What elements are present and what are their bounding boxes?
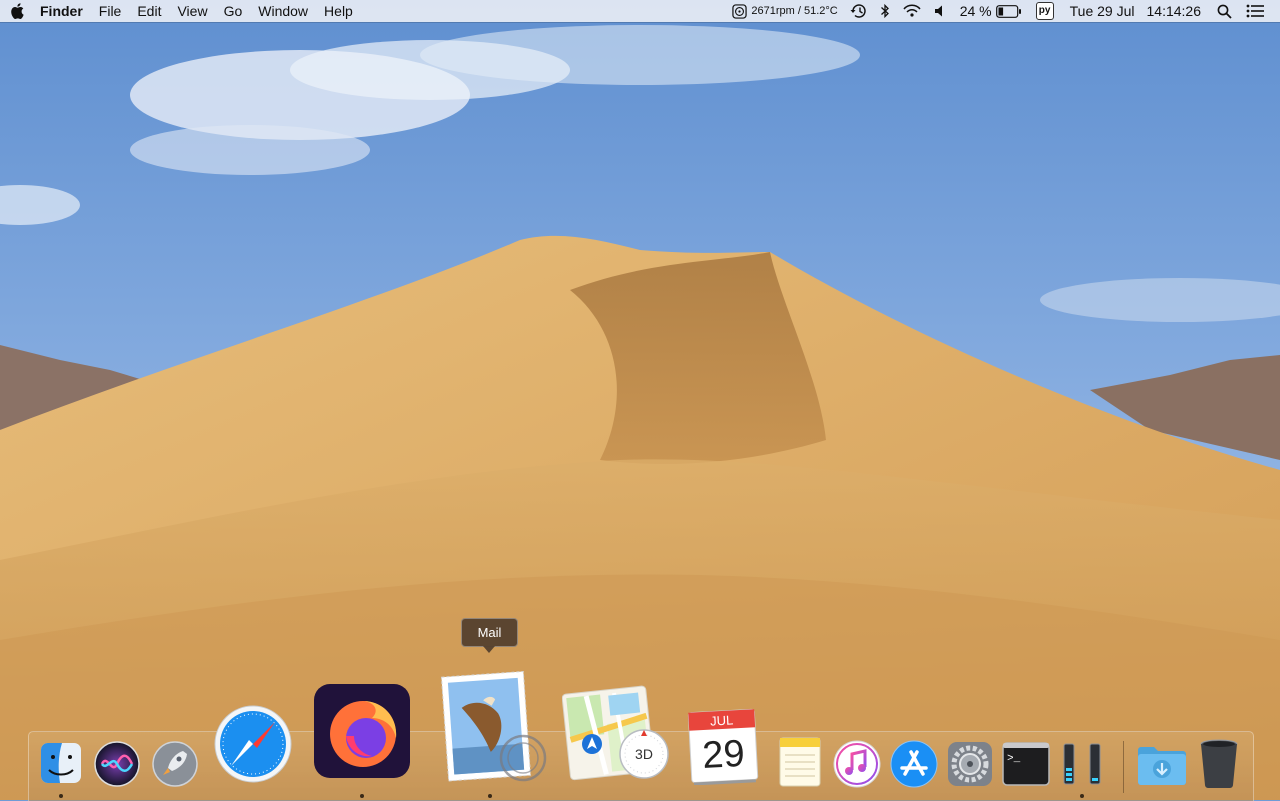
dock-maps-icon[interactable]: 3D: [562, 684, 670, 782]
menu-app-name[interactable]: Finder: [34, 0, 91, 22]
dock-terminal-icon[interactable]: >_: [1002, 742, 1050, 786]
running-indicator: [59, 794, 63, 798]
desktop-wallpaper: [0, 0, 1280, 800]
dock-firefox-icon[interactable]: [314, 684, 410, 778]
dock-siri-icon[interactable]: [94, 741, 140, 787]
wifi-icon[interactable]: [896, 0, 928, 22]
menu-edit[interactable]: Edit: [129, 0, 169, 22]
dock-downloads-folder-icon[interactable]: [1136, 744, 1188, 786]
menu-bar: Finder File Edit View Go Window Help 267…: [0, 0, 1280, 22]
bluetooth-icon[interactable]: [874, 0, 896, 22]
menu-go[interactable]: Go: [216, 0, 251, 22]
battery-icon[interactable]: [994, 0, 1028, 22]
running-indicator: [488, 794, 492, 798]
dock-calendar-icon[interactable]: JUL 29: [684, 705, 762, 785]
time-machine-icon[interactable]: [844, 0, 874, 22]
dock-launchpad-icon[interactable]: [150, 741, 200, 787]
fan-temp-readout[interactable]: 2671rpm / 51.2°C: [749, 0, 843, 22]
dock-finder-icon[interactable]: [40, 742, 82, 784]
calendar-day-label: 29: [701, 733, 745, 777]
dock-system-preferences-icon[interactable]: [946, 740, 994, 788]
menu-date[interactable]: Tue 29 Jul: [1062, 0, 1141, 22]
dock-notes-icon[interactable]: [777, 736, 823, 788]
notification-center-icon[interactable]: [1238, 0, 1270, 22]
maps-3d-label: 3D: [635, 746, 653, 762]
calendar-month-label: JUL: [710, 712, 734, 728]
volume-icon[interactable]: [928, 0, 954, 22]
fan-icon[interactable]: [726, 0, 749, 22]
menu-view[interactable]: View: [169, 0, 215, 22]
dock-tooltip: Mail: [461, 618, 518, 653]
python-badge-icon[interactable]: py: [1035, 2, 1054, 20]
apple-menu-icon[interactable]: [0, 0, 34, 22]
dock-safari-icon[interactable]: [213, 704, 293, 784]
dock-mail-icon[interactable]: [439, 666, 553, 788]
dock-app-store-icon[interactable]: [890, 740, 938, 788]
menu-clock[interactable]: 14:14:26: [1141, 0, 1212, 22]
menu-window[interactable]: Window: [250, 0, 316, 22]
running-indicator: [360, 794, 364, 798]
dock-trash-icon[interactable]: [1198, 739, 1240, 789]
battery-percent[interactable]: 24 %: [954, 0, 994, 22]
dock-activity-monitor-icon[interactable]: [1060, 742, 1104, 786]
menu-file[interactable]: File: [91, 0, 130, 22]
dock-divider: [1123, 741, 1124, 793]
terminal-prompt-label: >_: [1007, 753, 1021, 765]
running-indicator: [1080, 794, 1084, 798]
dock-itunes-icon[interactable]: [833, 740, 881, 788]
spotlight-search-icon[interactable]: [1211, 0, 1238, 22]
menu-help[interactable]: Help: [316, 0, 361, 22]
